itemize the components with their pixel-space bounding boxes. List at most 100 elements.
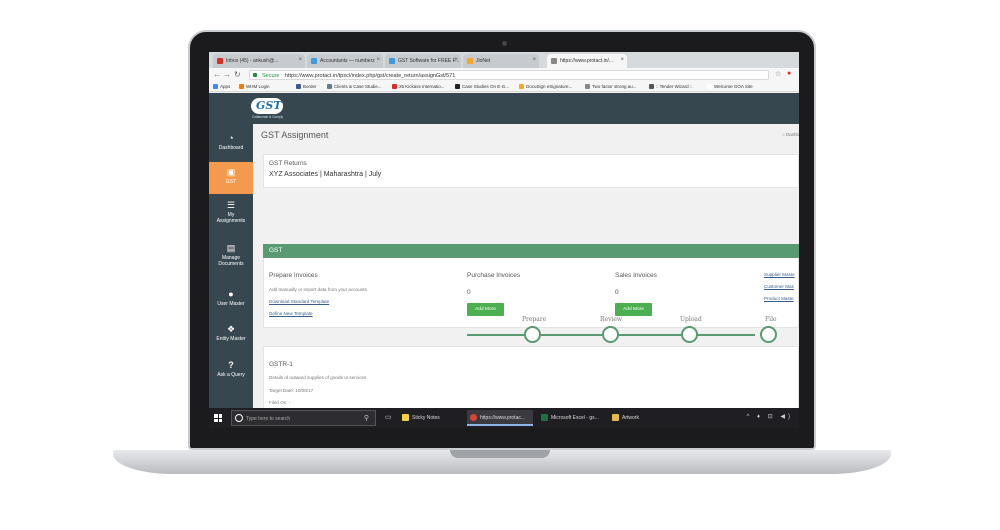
- step-file[interactable]: [760, 326, 777, 343]
- system-tray[interactable]: ^ ♦ ⊡ ◀): [746, 413, 793, 420]
- customer-master-link[interactable]: Customer Mas: [764, 284, 794, 289]
- page-icon: [707, 84, 712, 89]
- bookmark-docusign[interactable]: DocuSign eSignature...: [519, 84, 572, 89]
- money-icon: ▣: [226, 167, 236, 177]
- app-header: GST Collaborate & Comply: [209, 93, 799, 124]
- forward-icon[interactable]: →: [223, 70, 231, 79]
- sidebar-item-entity-master[interactable]: ❖ Entity Master: [209, 325, 253, 349]
- bookmark-whm[interactable]: WHM Login: [239, 84, 270, 89]
- bookmark-two-factor[interactable]: Two factor strong au...: [585, 84, 637, 89]
- bookmarks-bar: Apps WHM Login Border Clients & Case Stu…: [209, 82, 799, 92]
- browser-tab-strip: Inbox (45) - ankush@... × Accountants — n…: [209, 52, 799, 68]
- gst-section-bar: GST: [263, 244, 799, 258]
- close-icon[interactable]: ×: [376, 57, 380, 63]
- bookmark-label: Clients & Case Studie...: [334, 84, 382, 89]
- breadcrumb[interactable]: ⌂ Dashb: [782, 132, 799, 137]
- reload-icon[interactable]: ↻: [234, 70, 241, 79]
- users-icon: ❖: [226, 324, 236, 334]
- sidebar-item-gst[interactable]: ▣ GST: [209, 162, 253, 194]
- microphone-icon[interactable]: ⚲: [364, 414, 369, 422]
- browser-tab-jionet[interactable]: JioNet ×: [463, 54, 539, 68]
- webcam: [502, 41, 507, 46]
- windows-start-icon[interactable]: [214, 414, 222, 422]
- bookmark-clients[interactable]: Clients & Case Studie...: [327, 84, 382, 89]
- taskbar-app-sticky-notes[interactable]: Sticky Notes: [399, 410, 461, 426]
- bookmark-tender[interactable]: :: Tender Wizard ::: [649, 84, 692, 89]
- browser-tab-accountants[interactable]: Accountants — numberz ×: [307, 54, 383, 68]
- facebook-icon: [296, 84, 301, 89]
- sidebar-item-label: Ask a Query: [217, 372, 245, 378]
- bookmark-label: Border: [303, 84, 317, 89]
- bookmark-label: 25 Kickass Internatio...: [399, 84, 445, 89]
- sidebar-item-my-assignments[interactable]: ☰ My Assignments: [209, 201, 253, 235]
- sales-add-more-button[interactable]: Add More: [615, 303, 652, 316]
- prepare-desc: Add manually or import data from your ac…: [269, 287, 367, 292]
- supplier-master-link[interactable]: Supplier Maste: [764, 272, 795, 277]
- taskbar-app-artwork[interactable]: Artwork: [609, 410, 659, 426]
- gst-logo[interactable]: GST Collaborate & Comply: [251, 98, 283, 120]
- cortana-icon: [235, 414, 243, 422]
- sidebar-item-label: Manage Documents: [218, 255, 244, 267]
- sidebar-item-ask-query[interactable]: ? Ask a Query: [209, 361, 253, 385]
- close-icon[interactable]: ×: [298, 57, 302, 63]
- extension-icon[interactable]: ●: [787, 70, 791, 77]
- purchase-add-more-button[interactable]: Add More: [467, 303, 504, 316]
- step-review[interactable]: [602, 326, 619, 343]
- taskbar-app-chrome[interactable]: https://www.protac...: [467, 410, 533, 426]
- download-template-link[interactable]: Download Standard Template: [269, 299, 329, 304]
- step-label-file: File: [765, 316, 777, 323]
- sidebar-item-label: Dashboard: [218, 145, 244, 151]
- taskbar-app-label: Sticky Notes: [412, 415, 440, 421]
- page-icon: [649, 84, 654, 89]
- back-icon[interactable]: ←: [213, 70, 221, 79]
- page-icon: [455, 84, 460, 89]
- tab-label: JioNet: [476, 58, 491, 64]
- step-upload[interactable]: [681, 326, 698, 343]
- folder-icon: [612, 414, 619, 421]
- bookmark-label: Two factor strong au...: [592, 84, 637, 89]
- sidebar-item-dashboard[interactable]: ◔ Dashboard: [209, 130, 253, 160]
- bookmark-goa[interactable]: Welcome GOA Site: [707, 84, 753, 89]
- browser-tab-gst-software[interactable]: GST Software for FREE F... ×: [385, 54, 461, 68]
- task-view-icon[interactable]: ▭: [385, 413, 392, 421]
- close-icon[interactable]: ×: [454, 57, 458, 63]
- step-prepare[interactable]: [524, 326, 541, 343]
- sidebar-item-label: My Assignments: [216, 212, 246, 224]
- taskbar-app-excel[interactable]: Microsoft Excel - gs...: [538, 410, 604, 426]
- site-icon: [389, 58, 395, 64]
- close-icon[interactable]: ×: [532, 57, 536, 63]
- logo-subtitle: Collaborate & Comply: [252, 115, 284, 119]
- taskbar-app-label: Artwork: [622, 415, 639, 421]
- document-icon: ▤: [226, 243, 236, 253]
- gstr-filed-on: Filed On: -: [269, 400, 291, 405]
- bookmark-label: WHM Login: [246, 84, 270, 89]
- define-template-link[interactable]: Define New Template: [269, 311, 313, 316]
- whm-icon: [239, 84, 244, 89]
- star-icon[interactable]: ☆: [775, 70, 781, 78]
- search-placeholder: Type here to search: [246, 416, 291, 422]
- sidebar-item-label: GST: [225, 179, 237, 185]
- bookmark-case-studies[interactable]: Case Studies On E-G...: [455, 84, 509, 89]
- gstr-desc: Details of outward supplies of goods or …: [269, 375, 367, 380]
- sales-title: Sales Invoices: [615, 272, 657, 279]
- breadcrumb-label: Dashb: [785, 132, 799, 137]
- numberz-icon: [311, 58, 317, 64]
- sales-count: 0: [615, 289, 619, 296]
- bookmark-border[interactable]: Border: [296, 84, 317, 89]
- returns-subtitle: XYZ Associates | Maharashtra | July: [269, 171, 382, 178]
- close-icon[interactable]: ×: [620, 57, 624, 63]
- bookmark-kickass[interactable]: 25 Kickass Internatio...: [392, 84, 445, 89]
- page-icon: [392, 84, 397, 89]
- tab-label: Accountants — numberz: [320, 58, 375, 64]
- lock-icon: [253, 73, 257, 77]
- product-master-link[interactable]: Product Maste: [764, 296, 794, 301]
- url-input[interactable]: Secure https://www.protact.in/tpscl/inde…: [249, 70, 769, 80]
- sidebar-item-user-master[interactable]: ● User Master: [209, 290, 253, 314]
- browser-tab-inbox[interactable]: Inbox (45) - ankush@... ×: [213, 54, 305, 68]
- logo-text: GST: [256, 99, 282, 112]
- browser-tab-protact[interactable]: https://www.protact.in/... ×: [547, 54, 627, 68]
- taskbar-search-input[interactable]: Type here to search ⚲: [231, 410, 376, 426]
- bookmark-apps[interactable]: Apps: [213, 84, 230, 89]
- returns-card: GST Returns XYZ Associates | Maharashtra…: [263, 154, 799, 188]
- sidebar-item-manage-documents[interactable]: ▤ Manage Documents: [209, 244, 253, 278]
